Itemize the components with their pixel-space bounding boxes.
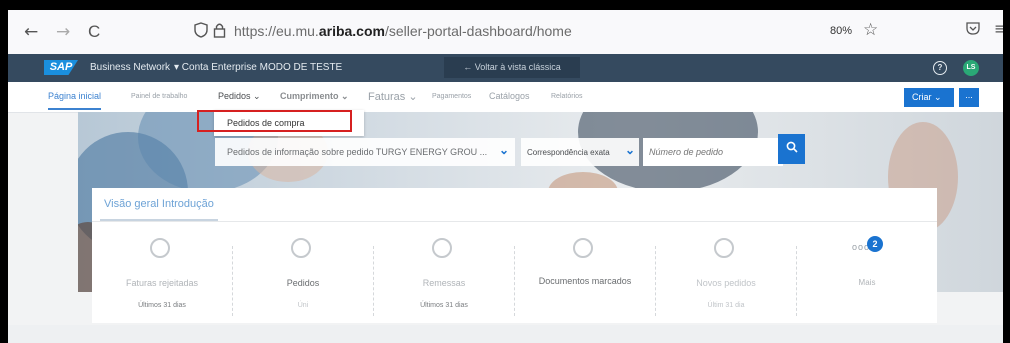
hamburger-menu-icon[interactable]: ≡ (994, 19, 1003, 38)
bookmark-star-icon[interactable]: ☆ (863, 20, 878, 40)
loading-icon (150, 238, 170, 258)
chevron-down-icon: ⌄ (499, 143, 510, 157)
tab-relatorios[interactable]: Relatórios (551, 93, 583, 100)
shield-icon (194, 22, 208, 42)
divider (92, 221, 937, 222)
browser-toolbar: ← → C https://eu.mu.ariba.com/seller-por… (8, 10, 1003, 55)
sap-logo: SAP (44, 60, 78, 75)
tile-remessas[interactable]: Remessas Últimos 31 dias (374, 230, 514, 322)
avatar[interactable]: LS (963, 60, 979, 76)
tile-novos-pedidos[interactable]: Novos pedidos Últim 31 dia (656, 230, 796, 322)
tab-pagina-inicial[interactable]: Página inicial (48, 91, 102, 110)
count-badge: 2 (867, 236, 883, 252)
chevron-down-icon: ⌄ (625, 143, 636, 157)
help-icon[interactable]: ? (933, 61, 947, 75)
more-actions-button[interactable]: ... (959, 88, 979, 107)
criar-button[interactable]: Criar ⌄ (904, 88, 954, 107)
menu-item-pedidos-de-compra[interactable]: Pedidos de compra (227, 118, 305, 128)
order-number-input[interactable] (643, 138, 783, 166)
search-row: Pedidos de informação sobre pedido TURGY… (215, 138, 805, 166)
loading-icon (573, 238, 593, 258)
pocket-icon[interactable] (966, 21, 980, 39)
account-selector[interactable]: ▾ Conta Enterprise MODO DE TESTE (174, 62, 342, 73)
search-button[interactable] (778, 134, 805, 164)
tile-faturas-rejeitadas[interactable]: Faturas rejeitadas Últimos 31 dias (92, 230, 232, 322)
tile-pedidos[interactable]: Pedidos Úni (233, 230, 373, 322)
search-icon (786, 141, 798, 153)
sap-header: SAP Business Network ▾ Conta Enterprise … (8, 54, 1003, 82)
tile-documentos-marcados[interactable]: Documentos marcados (515, 230, 655, 322)
browser-window: ← → C https://eu.mu.ariba.com/seller-por… (8, 10, 1003, 343)
search-type-select[interactable]: Pedidos de informação sobre pedido TURGY… (215, 138, 515, 166)
loading-icon (714, 238, 734, 258)
loading-icon (432, 238, 452, 258)
url-text: https://eu.mu.ariba.com/seller-portal-da… (234, 23, 572, 39)
business-network-label: Business Network (90, 62, 171, 73)
match-type-select[interactable]: Correspondência exata ⌄ (521, 138, 639, 166)
page-footer-area (8, 325, 1003, 343)
lock-icon (213, 22, 226, 42)
overview-card: Visão geral Introdução Faturas rejeitada… (92, 188, 937, 323)
tile-mais[interactable]: ooo 2 Mais (797, 230, 937, 322)
forward-icon[interactable]: → (56, 22, 70, 42)
zoom-level[interactable]: 80% (830, 25, 852, 37)
main-nav: Página inicial Painel de trabalho Pedido… (8, 82, 1003, 113)
address-bar[interactable]: https://eu.mu.ariba.com/seller-portal-da… (186, 20, 766, 44)
tab-painel-de-trabalho[interactable]: Painel de trabalho (131, 93, 187, 100)
tab-pagamentos[interactable]: Pagamentos (432, 93, 471, 100)
loading-icon (291, 238, 311, 258)
tab-faturas[interactable]: Faturas ⌄ (368, 90, 418, 103)
back-icon[interactable]: ← (24, 22, 38, 42)
overview-title[interactable]: Visão geral Introdução (104, 198, 214, 210)
reload-icon[interactable]: C (88, 22, 100, 42)
tab-catalogos[interactable]: Catálogos (489, 91, 530, 101)
tab-cumprimento[interactable]: Cumprimento ⌄ (280, 91, 349, 102)
classic-view-button[interactable]: ← Voltar à vista clássica (444, 57, 580, 78)
tab-pedidos[interactable]: Pedidos ⌄ (218, 91, 261, 102)
